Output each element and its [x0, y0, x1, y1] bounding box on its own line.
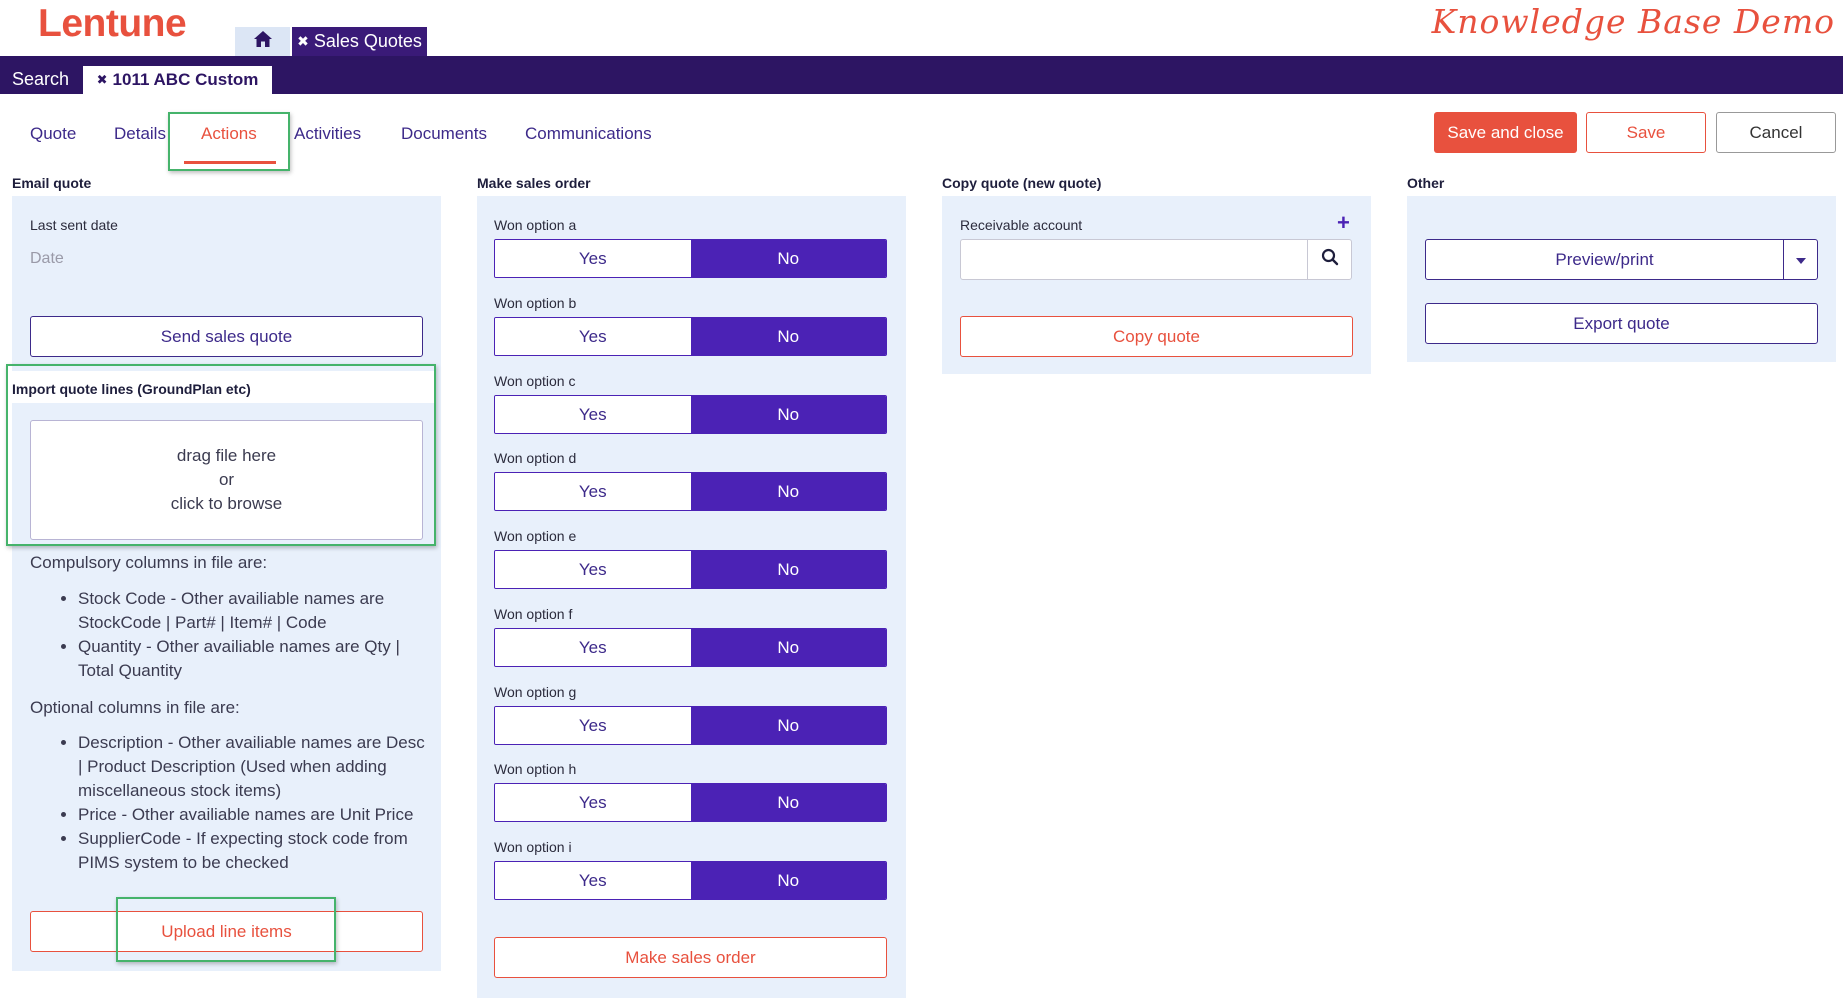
won-option-c-yes[interactable]: Yes	[495, 396, 691, 433]
tab-activities[interactable]: Activities	[294, 124, 361, 144]
won-option-f-label: Won option f	[494, 606, 573, 622]
cancel-button[interactable]: Cancel	[1716, 112, 1836, 153]
won-option-a-toggle: Yes No	[494, 239, 887, 278]
won-option-e-yes[interactable]: Yes	[495, 551, 691, 588]
won-option-f-yes[interactable]: Yes	[495, 629, 691, 666]
home-tab[interactable]	[235, 27, 290, 56]
won-option-a-yes[interactable]: Yes	[495, 240, 691, 277]
won-option-h-toggle: Yes No	[494, 783, 887, 822]
file-dropzone[interactable]: drag file here or click to browse	[30, 420, 423, 540]
sales-quotes-tab-label: Sales Quotes	[313, 31, 422, 51]
make-sales-order-button[interactable]: Make sales order	[494, 937, 887, 978]
tab-quote[interactable]: Quote	[30, 124, 76, 144]
tab-documents[interactable]: Documents	[401, 124, 487, 144]
won-option-f-no[interactable]: No	[690, 629, 886, 666]
won-option-c-label: Won option c	[494, 373, 576, 389]
won-option-c-no[interactable]: No	[690, 396, 886, 433]
tab-communications[interactable]: Communications	[525, 124, 652, 144]
email-quote-title: Email quote	[12, 175, 92, 191]
make-sales-order-title: Make sales order	[477, 175, 591, 191]
save-button[interactable]: Save	[1586, 112, 1706, 153]
compulsory-heading: Compulsory columns in file are:	[30, 553, 268, 572]
home-icon	[253, 30, 273, 53]
won-option-g-toggle: Yes No	[494, 706, 887, 745]
other-title: Other	[1407, 175, 1445, 191]
record-tab-label: 1011 ABC Custom	[112, 70, 259, 89]
won-option-i-no[interactable]: No	[690, 862, 886, 899]
won-option-d-yes[interactable]: Yes	[495, 473, 691, 510]
close-icon[interactable]: ✖	[297, 33, 309, 50]
nav-search-link[interactable]: Search	[12, 69, 69, 90]
won-option-e-label: Won option e	[494, 528, 577, 544]
won-option-b-yes[interactable]: Yes	[495, 318, 691, 355]
list-item: Description - Other availiable names are…	[78, 731, 430, 803]
won-option-d-label: Won option d	[494, 450, 577, 466]
plus-icon[interactable]: +	[1337, 212, 1350, 234]
caret-down-icon	[1795, 251, 1806, 269]
tab-actions[interactable]: Actions	[201, 124, 257, 144]
preview-options-dropdown[interactable]	[1783, 239, 1818, 280]
optional-heading: Optional columns in file are:	[30, 698, 240, 717]
save-and-close-button[interactable]: Save and close	[1434, 112, 1577, 153]
dropzone-line-3: click to browse	[170, 494, 283, 513]
tab-details[interactable]: Details	[114, 124, 166, 144]
won-option-g-no[interactable]: No	[690, 707, 886, 744]
last-sent-date-label: Last sent date	[30, 217, 118, 233]
won-option-e-toggle: Yes No	[494, 550, 887, 589]
send-sales-quote-button[interactable]: Send sales quote	[30, 316, 423, 357]
won-option-c-toggle: Yes No	[494, 395, 887, 434]
close-icon[interactable]: ✖	[97, 72, 108, 88]
account-search-button[interactable]	[1307, 239, 1352, 280]
won-option-d-no[interactable]: No	[690, 473, 886, 510]
won-option-h-no[interactable]: No	[690, 784, 886, 821]
import-quote-lines-title: Import quote lines (GroundPlan etc)	[12, 381, 251, 397]
won-option-g-yes[interactable]: Yes	[495, 707, 691, 744]
receivable-account-input[interactable]	[960, 239, 1308, 280]
tab-sales-quotes[interactable]: ✖ Sales Quotes	[292, 27, 427, 56]
won-option-a-label: Won option a	[494, 217, 577, 233]
optional-list: Description - Other availiable names are…	[30, 731, 430, 875]
upload-line-items-button[interactable]: Upload line items	[30, 911, 423, 952]
list-item: Stock Code - Other availiable names are …	[78, 587, 430, 635]
won-option-e-no[interactable]: No	[690, 551, 886, 588]
receivable-account-label: Receivable account	[960, 217, 1083, 233]
knowledge-base-watermark: Knowledge Base Demo	[1431, 2, 1835, 41]
last-sent-date-value: Date	[30, 250, 64, 267]
list-item: Price - Other availiable names are Unit …	[78, 803, 430, 827]
copy-quote-button[interactable]: Copy quote	[960, 316, 1353, 357]
won-option-f-toggle: Yes No	[494, 628, 887, 667]
won-option-h-label: Won option h	[494, 761, 577, 777]
export-quote-button[interactable]: Export quote	[1425, 303, 1818, 344]
preview-print-button[interactable]: Preview/print	[1425, 239, 1784, 280]
navbar: Search ✖ 1011 ABC Custom	[0, 56, 1843, 94]
won-option-i-toggle: Yes No	[494, 861, 887, 900]
won-option-d-toggle: Yes No	[494, 472, 887, 511]
lentune-logo: Lentune	[38, 2, 187, 45]
compulsory-list: Stock Code - Other availiable names are …	[30, 587, 430, 683]
won-option-i-label: Won option i	[494, 839, 572, 855]
tab-record[interactable]: ✖ 1011 ABC Custom	[83, 66, 272, 94]
list-item: Quantity - Other availiable names are Qt…	[78, 635, 430, 683]
dropzone-line-2: or	[218, 470, 235, 489]
won-option-g-label: Won option g	[494, 684, 577, 700]
won-option-h-yes[interactable]: Yes	[495, 784, 691, 821]
search-icon	[1321, 248, 1339, 271]
won-option-b-no[interactable]: No	[690, 318, 886, 355]
active-tab-underline	[184, 161, 276, 164]
won-option-b-toggle: Yes No	[494, 317, 887, 356]
copy-quote-title: Copy quote (new quote)	[942, 175, 1102, 191]
list-item: SupplierCode - If expecting stock code f…	[78, 827, 430, 875]
won-option-b-label: Won option b	[494, 295, 577, 311]
dropzone-line-1: drag file here	[176, 446, 277, 465]
won-option-i-yes[interactable]: Yes	[495, 862, 691, 899]
won-option-a-no[interactable]: No	[690, 240, 886, 277]
